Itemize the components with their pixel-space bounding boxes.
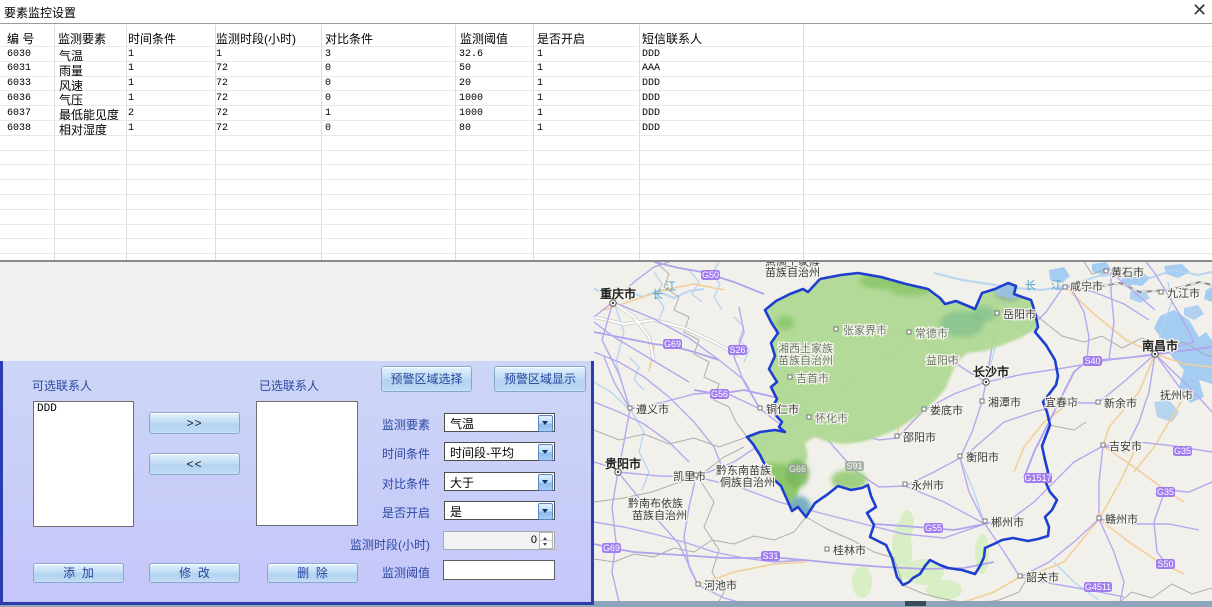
- svg-text:河池市: 河池市: [704, 578, 737, 592]
- svg-text:张家界市: 张家界市: [843, 323, 887, 337]
- svg-text:重庆市: 重庆市: [600, 286, 636, 301]
- svg-text:长 江: 长 江: [1025, 279, 1068, 292]
- svg-text:G69: G69: [603, 543, 620, 553]
- svg-text:G66: G66: [789, 464, 806, 474]
- svg-text:遵义市: 遵义市: [636, 402, 669, 416]
- svg-text:衡阳市: 衡阳市: [966, 450, 999, 464]
- svg-text:永州市: 永州市: [911, 478, 944, 492]
- svg-text:抚州市: 抚州市: [1160, 388, 1193, 402]
- svg-text:岳阳市: 岳阳市: [1003, 307, 1036, 321]
- svg-text:G35: G35: [1157, 487, 1174, 497]
- svg-text:黔南布依族: 黔南布依族: [628, 496, 683, 510]
- svg-text:益阳市: 益阳市: [926, 353, 959, 367]
- svg-text:苗族自治州: 苗族自治州: [765, 265, 820, 279]
- svg-text:黄石市: 黄石市: [1111, 265, 1144, 279]
- svg-text:桂林市: 桂林市: [833, 543, 866, 557]
- svg-text:娄底市: 娄底市: [930, 403, 963, 417]
- svg-text:咸宁市: 咸宁市: [1070, 279, 1103, 293]
- svg-text:S31: S31: [762, 551, 778, 561]
- svg-text:赣州市: 赣州市: [1105, 512, 1138, 526]
- svg-text:S91: S91: [846, 461, 862, 471]
- svg-text:G4511: G4511: [1085, 582, 1111, 592]
- svg-text:吉首市: 吉首市: [796, 371, 829, 385]
- svg-text:铜仁市: 铜仁市: [766, 402, 799, 416]
- svg-text:长: 长: [652, 288, 663, 301]
- svg-text:湘西土家族: 湘西土家族: [778, 341, 833, 355]
- svg-text:吉安市: 吉安市: [1109, 439, 1142, 453]
- svg-text:郴州市: 郴州市: [991, 515, 1024, 529]
- svg-text:G69: G69: [664, 339, 681, 349]
- svg-text:湘潭市: 湘潭市: [988, 395, 1021, 409]
- svg-text:长沙市: 长沙市: [973, 364, 1009, 379]
- svg-text:南昌市: 南昌市: [1142, 338, 1178, 353]
- svg-text:邵阳市: 邵阳市: [903, 430, 936, 444]
- svg-text:苗族自治州: 苗族自治州: [632, 508, 687, 522]
- svg-text:常德市: 常德市: [915, 326, 948, 340]
- svg-text:G50: G50: [702, 270, 719, 280]
- svg-text:贵阳市: 贵阳市: [605, 456, 641, 471]
- svg-text:S26: S26: [729, 345, 745, 355]
- svg-text:新余市: 新余市: [1104, 396, 1137, 410]
- svg-text:G55: G55: [925, 523, 942, 533]
- svg-text:G56: G56: [711, 389, 728, 399]
- svg-text:S50: S50: [1157, 559, 1173, 569]
- svg-text:G35: G35: [1174, 446, 1191, 456]
- svg-text:韶关市: 韶关市: [1026, 570, 1059, 584]
- svg-text:凯里市: 凯里市: [673, 469, 706, 483]
- svg-text:侗族自治州: 侗族自治州: [720, 475, 775, 489]
- svg-text:九江市: 九江市: [1167, 286, 1200, 300]
- svg-text:G1517: G1517: [1024, 473, 1051, 483]
- svg-text:苗族自治州: 苗族自治州: [778, 353, 833, 367]
- svg-text:S40: S40: [1084, 356, 1100, 366]
- svg-text:黔东南苗族: 黔东南苗族: [716, 463, 771, 477]
- svg-text:怀化市: 怀化市: [815, 411, 848, 425]
- svg-text:江: 江: [665, 280, 676, 293]
